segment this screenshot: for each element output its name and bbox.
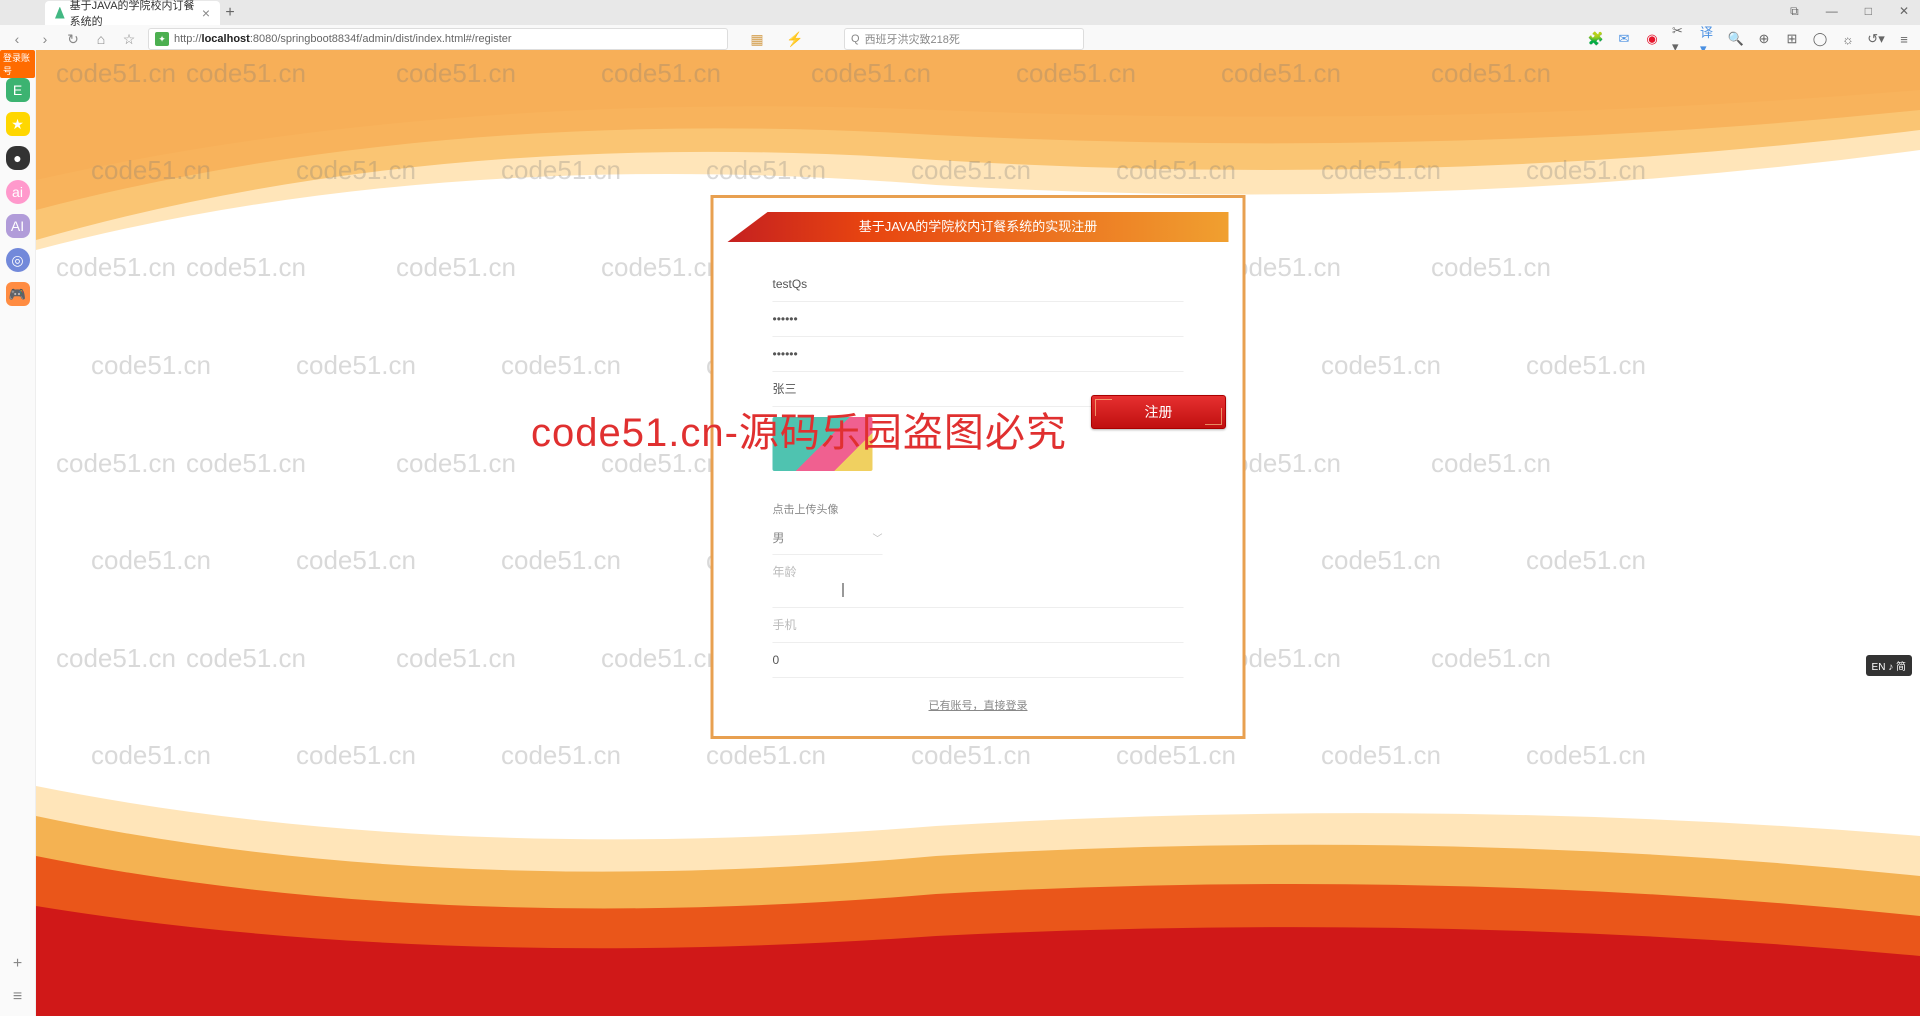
weibo-icon[interactable]: ◉ [1644, 31, 1660, 47]
nav-bar: ‹ › ↻ ⌂ ☆ ✦ http://localhost:8080/spring… [0, 25, 1920, 53]
bg-wave-bottom [36, 736, 1920, 1016]
translate-icon[interactable]: 译▾ [1700, 31, 1716, 47]
avatar-preview [773, 417, 873, 471]
register-button[interactable]: 注册 [1091, 395, 1226, 429]
username-input[interactable] [773, 277, 1184, 291]
search-bar[interactable]: Q 西班牙洪灾致218死 [844, 28, 1084, 50]
sidebar-app-6[interactable]: ◎ [6, 248, 30, 272]
extension-icon[interactable]: 🧩 [1588, 31, 1604, 47]
close-window-icon[interactable]: ✕ [1893, 2, 1915, 21]
sidebar-app-2[interactable]: ★ [6, 112, 30, 136]
sidebar-app-7[interactable]: 🎮 [6, 282, 30, 306]
qr-icon[interactable]: ▦ [748, 30, 766, 48]
browser-chrome: 基于JAVA的学院校内订餐系统的 × + ⧉ — □ ✕ ‹ › ↻ ⌂ ☆ ✦… [0, 0, 1920, 50]
text-cursor [843, 583, 844, 597]
search-icon: Q [851, 33, 860, 45]
sidebar-app-5[interactable]: AI [6, 214, 30, 238]
confirm-password-input[interactable] [773, 347, 1184, 361]
back-button[interactable]: ‹ [8, 30, 26, 48]
url-bar[interactable]: ✦ http://localhost:8080/springboot8834f/… [148, 28, 728, 50]
login-badge[interactable]: 登录账号 [0, 50, 35, 78]
mail-icon[interactable]: ✉ [1616, 31, 1632, 47]
toolbar-icons: 🧩 ✉ ◉ ✂▾ 译▾ 🔍 ⊕ ⊞ ◯ ☼ ↺▾ ≡ [1588, 31, 1912, 47]
vue-icon [55, 7, 65, 19]
circle-icon[interactable]: ◯ [1812, 31, 1828, 47]
menu-icon[interactable]: ≡ [1896, 31, 1912, 47]
grid-icon[interactable]: ⊞ [1784, 31, 1800, 47]
secure-icon: ✦ [155, 32, 169, 46]
ime-indicator[interactable]: EN ♪ 简 [1866, 655, 1912, 676]
login-link[interactable]: 已有账号，直接登录 [929, 700, 1028, 712]
gender-select[interactable]: 男 ﹀ [773, 521, 883, 555]
browser-tab[interactable]: 基于JAVA的学院校内订餐系统的 × [45, 1, 220, 25]
realname-input[interactable] [773, 382, 1184, 396]
home-button[interactable]: ⌂ [92, 30, 110, 48]
search-text: 西班牙洪灾致218死 [865, 31, 960, 47]
reload-button[interactable]: ↻ [64, 30, 82, 48]
phone-input[interactable] [773, 618, 1184, 632]
avatar-label: 点击上传头像 [773, 501, 1184, 517]
favorite-button[interactable]: ☆ [120, 30, 138, 48]
page-content: code51.cn code51.cn code51.cn code51.cn … [36, 50, 1920, 1016]
tab-title: 基于JAVA的学院校内订餐系统的 [70, 0, 197, 29]
left-sidebar: 登录账号 E ★ ● ai AI ◎ 🎮 + ≡ [0, 50, 36, 1016]
gender-value: 男 [773, 529, 785, 546]
sidebar-menu[interactable]: ≡ [13, 988, 22, 1006]
sidebar-app-4[interactable]: ai [6, 180, 30, 204]
sidebar-add[interactable]: + [13, 955, 22, 973]
refresh2-icon[interactable]: ↺▾ [1868, 31, 1884, 47]
register-header: 基于JAVA的学院校内订餐系统的实现注册 [728, 212, 1229, 242]
globe-icon[interactable]: ⊕ [1756, 31, 1772, 47]
close-tab-icon[interactable]: × [202, 5, 210, 21]
age-input[interactable] [773, 565, 1184, 579]
password-input[interactable] [773, 312, 1184, 326]
maximize-window-icon[interactable]: □ [1859, 2, 1878, 21]
restore-window-icon[interactable]: ⧉ [1784, 2, 1805, 21]
forward-button[interactable]: › [36, 30, 54, 48]
register-button-label: 注册 [1145, 402, 1173, 422]
scissors-icon[interactable]: ✂▾ [1672, 31, 1688, 47]
window-controls: ⧉ — □ ✕ [1784, 2, 1915, 21]
bolt-icon[interactable]: ⚡ [786, 30, 804, 48]
magnify-icon[interactable]: 🔍 [1728, 31, 1744, 47]
sun-icon[interactable]: ☼ [1840, 31, 1856, 47]
url-text: http://localhost:8080/springboot8834f/ad… [174, 33, 512, 45]
sidebar-app-1[interactable]: E [6, 78, 30, 102]
tab-bar: 基于JAVA的学院校内订餐系统的 × + ⧉ — □ ✕ [0, 0, 1920, 25]
sidebar-app-3[interactable]: ● [6, 146, 30, 170]
balance-input[interactable] [773, 653, 1184, 667]
register-title: 基于JAVA的学院校内订餐系统的实现注册 [728, 212, 1229, 242]
minimize-window-icon[interactable]: — [1820, 2, 1844, 21]
register-card: 基于JAVA的学院校内订餐系统的实现注册 点击上传头像 男 ﹀ 已有账号，直接登… [711, 195, 1246, 739]
chevron-down-icon: ﹀ [873, 530, 883, 545]
new-tab-button[interactable]: + [220, 4, 240, 22]
